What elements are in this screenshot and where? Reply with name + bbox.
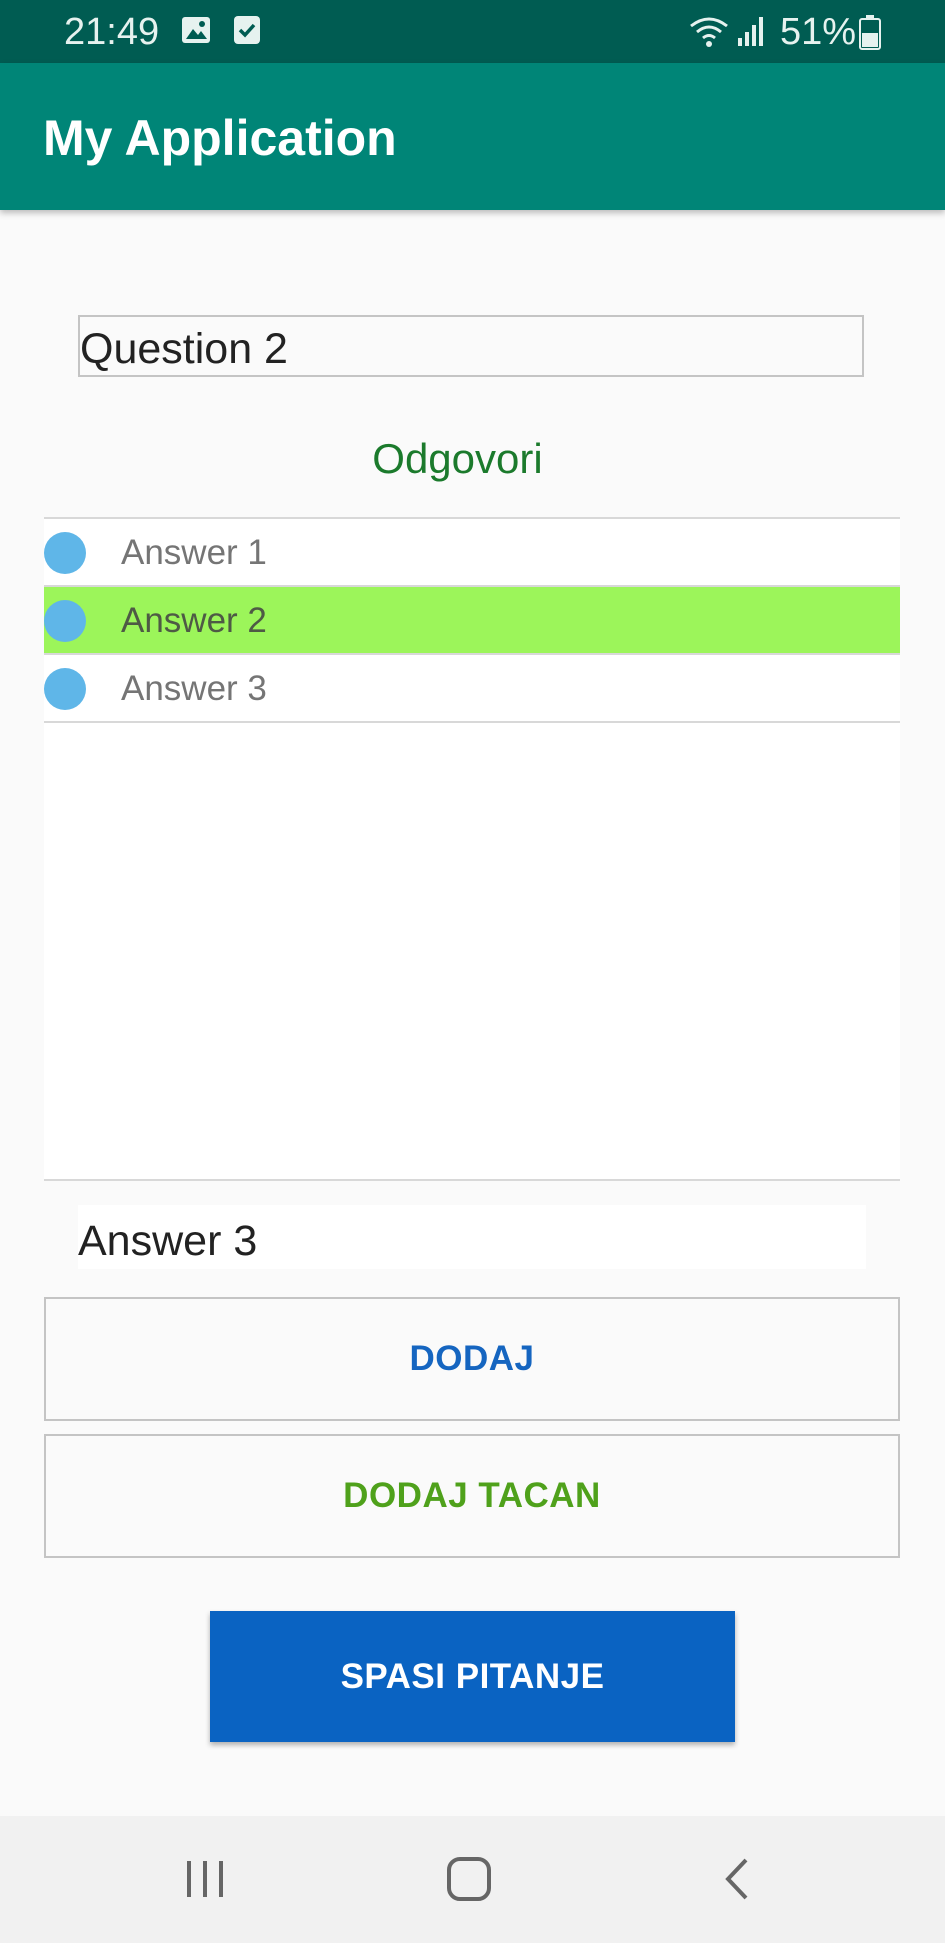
battery-icon <box>858 14 882 55</box>
answer-bullet-icon <box>44 532 86 574</box>
gallery-icon <box>180 14 212 51</box>
answer-label: Answer 1 <box>121 533 267 572</box>
add-correct-answer-button[interactable]: DODAJ TACAN <box>44 1434 900 1558</box>
answer-row-correct[interactable]: Answer 2 <box>44 587 900 655</box>
home-icon[interactable] <box>444 1854 494 1909</box>
signal-icon <box>736 14 766 53</box>
app-title: My Application <box>43 110 397 166</box>
answer-bullet-icon <box>44 668 86 710</box>
recents-icon[interactable] <box>181 1854 231 1909</box>
battery-percentage: 51% <box>780 11 857 53</box>
answer-input[interactable] <box>78 1205 866 1269</box>
add-answer-button[interactable]: DODAJ <box>44 1297 900 1421</box>
back-icon[interactable] <box>712 1854 762 1909</box>
question-input[interactable] <box>78 315 864 377</box>
answers-section-title: Odgovori <box>372 435 543 482</box>
wifi-icon <box>688 14 730 55</box>
status-time: 21:49 <box>64 11 160 53</box>
app-bar: My Application <box>0 63 945 210</box>
answer-bullet-icon <box>44 600 86 642</box>
checkbox-icon <box>232 14 262 51</box>
status-bar: 21:49 51% <box>0 0 945 63</box>
save-question-button[interactable]: SPASI PITANJE <box>210 1611 735 1742</box>
navigation-bar <box>0 1816 945 1943</box>
answer-label: Answer 3 <box>121 669 267 708</box>
answer-row[interactable]: Answer 3 <box>44 655 900 723</box>
answer-label: Answer 2 <box>121 601 267 640</box>
answers-list[interactable]: Answer 1 Answer 2 Answer 3 <box>44 517 900 1181</box>
answer-row[interactable]: Answer 1 <box>44 519 900 587</box>
